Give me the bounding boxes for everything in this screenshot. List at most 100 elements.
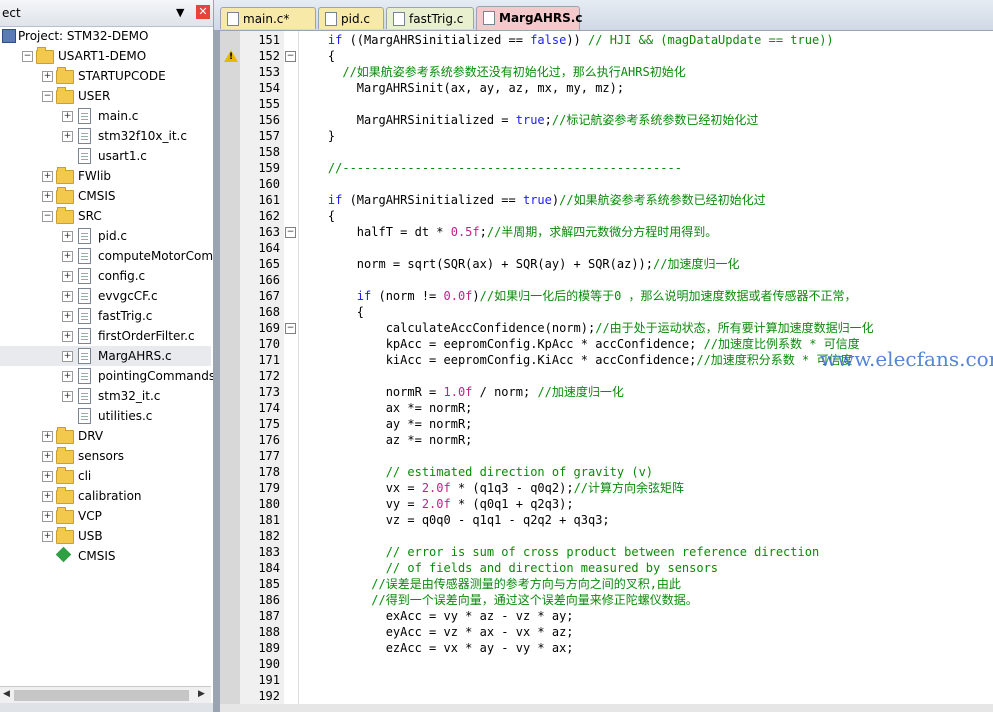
code-line[interactable]: ezAcc = vx * ay - vy * ax;	[299, 640, 574, 656]
tree-item[interactable]: + STARTUPCODE	[0, 66, 211, 86]
code-line[interactable]: //误差是由传感器测量的参考方向与方向之间的叉积,由此	[299, 576, 681, 592]
expand-icon[interactable]: +	[62, 271, 73, 282]
editor-horizontal-scrollbar[interactable]	[220, 704, 993, 712]
code-line[interactable]: exAcc = vy * az - vz * ay;	[299, 608, 574, 624]
code-line[interactable]: vz = q0q0 - q1q1 - q2q2 + q3q3;	[299, 512, 610, 528]
expand-icon[interactable]: +	[42, 431, 53, 442]
code-line[interactable]: kpAcc = eepromConfig.KpAcc * accConfiden…	[299, 336, 860, 352]
tree-item[interactable]: − USER	[0, 86, 211, 106]
tree-item[interactable]: + stm32f10x_it.c	[0, 126, 211, 146]
tree-item[interactable]: Project: STM32-DEMO	[0, 26, 211, 46]
tab-fasttrig-c[interactable]: fastTrig.c	[386, 7, 474, 29]
code-line[interactable]: {	[299, 304, 364, 320]
tree-item[interactable]: + pid.c	[0, 226, 211, 246]
expand-icon[interactable]: +	[62, 131, 73, 142]
tree-item[interactable]: + CMSIS	[0, 186, 211, 206]
close-icon[interactable]: ✕	[196, 5, 210, 19]
code-line[interactable]: MargAHRSinitialized = true;//标记航姿参考系统参数已…	[299, 112, 759, 128]
expand-icon[interactable]: +	[62, 391, 73, 402]
code-line[interactable]: vx = 2.0f * (q1q3 - q0q2);//计算方向余弦矩阵	[299, 480, 684, 496]
code-line[interactable]: // of fields and direction measured by s…	[299, 560, 718, 576]
tree-item[interactable]: + DRV	[0, 426, 211, 446]
horizontal-scrollbar[interactable]: ◀ ▶	[0, 686, 211, 704]
code-line[interactable]: MargAHRSinit(ax, ay, az, mx, my, mz);	[299, 80, 624, 96]
expand-icon[interactable]: +	[62, 111, 73, 122]
code-line[interactable]: ay *= normR;	[299, 416, 473, 432]
line-number: 175	[258, 417, 280, 431]
expand-icon[interactable]: +	[62, 231, 73, 242]
code-line[interactable]: ax *= normR;	[299, 400, 473, 416]
code-line[interactable]: {	[299, 48, 335, 64]
fold-toggle-icon[interactable]: −	[285, 323, 296, 334]
expand-icon[interactable]: +	[62, 291, 73, 302]
pin-icon[interactable]: ▼	[176, 6, 184, 19]
tree-item[interactable]: + main.c	[0, 106, 211, 126]
tree-item[interactable]: + sensors	[0, 446, 211, 466]
tab-pid-c[interactable]: pid.c	[318, 7, 384, 29]
tree-item[interactable]: utilities.c	[0, 406, 211, 426]
tab-margahrs-c[interactable]: MargAHRS.c	[476, 6, 582, 30]
tree-item[interactable]: + VCP	[0, 506, 211, 526]
code-line[interactable]: //--------------------------------------…	[299, 160, 682, 176]
code-line[interactable]: if ((MargAHRSinitialized == false)) // H…	[299, 32, 834, 48]
fold-toggle-icon[interactable]: −	[285, 227, 296, 238]
code-line[interactable]: {	[299, 208, 335, 224]
expand-icon[interactable]: +	[62, 351, 73, 362]
tree-item[interactable]: − SRC	[0, 206, 211, 226]
expand-icon[interactable]: +	[62, 331, 73, 342]
tree-item[interactable]: + MargAHRS.c	[0, 346, 211, 366]
expand-icon[interactable]: +	[42, 511, 53, 522]
expand-icon[interactable]: +	[42, 71, 53, 82]
code-line[interactable]: }	[299, 128, 335, 144]
code-line[interactable]: halfT = dt * 0.5f;//半周期，求解四元数微分方程时用得到。	[299, 224, 718, 240]
collapse-icon[interactable]: −	[42, 211, 53, 222]
code-line[interactable]: norm = sqrt(SQR(ax) + SQR(ay) + SQR(az))…	[299, 256, 740, 272]
code-line[interactable]: calculateAccConfidence(norm);//由于处于运动状态，…	[299, 320, 874, 336]
expand-icon[interactable]: +	[42, 531, 53, 542]
tab-main-c-[interactable]: main.c*	[220, 7, 316, 29]
expand-icon[interactable]: +	[62, 371, 73, 382]
code-line[interactable]: vy = 2.0f * (q0q1 + q2q3);	[299, 496, 574, 512]
code-line[interactable]: // estimated direction of gravity (v)	[299, 464, 653, 480]
tree-item[interactable]: + firstOrderFilter.c	[0, 326, 211, 346]
expand-icon[interactable]: +	[62, 311, 73, 322]
expand-icon[interactable]: +	[62, 251, 73, 262]
fold-toggle-icon[interactable]: −	[285, 51, 296, 62]
code-line[interactable]: if (MargAHRSinitialized == true)//如果航姿参考…	[299, 192, 766, 208]
tree-item[interactable]: + config.c	[0, 266, 211, 286]
tree-item[interactable]: + stm32_it.c	[0, 386, 211, 406]
tree-item[interactable]: + cli	[0, 466, 211, 486]
expand-icon[interactable]: +	[42, 471, 53, 482]
code-line[interactable]: normR = 1.0f / norm; //加速度归一化	[299, 384, 624, 400]
breakpoint-gutter[interactable]	[220, 31, 240, 712]
code-line[interactable]: kiAcc = eepromConfig.KiAcc * accConfiden…	[299, 352, 853, 368]
scrollbar-thumb[interactable]	[14, 690, 189, 701]
code-line[interactable]: //得到一个误差向量，通过这个误差向量来修正陀螺仪数据。	[299, 592, 697, 608]
tree-item[interactable]: + USB	[0, 526, 211, 546]
collapse-icon[interactable]: −	[22, 51, 33, 62]
tree-item[interactable]: + calibration	[0, 486, 211, 506]
expand-icon[interactable]: +	[42, 451, 53, 462]
tree-item[interactable]: − USART1-DEMO	[0, 46, 211, 66]
expand-icon[interactable]: +	[42, 491, 53, 502]
tree-item[interactable]: + computeMotorComman	[0, 246, 213, 266]
tree-item[interactable]: + evvgcCF.c	[0, 286, 211, 306]
tree-item[interactable]: usart1.c	[0, 146, 211, 166]
expand-icon[interactable]: +	[42, 191, 53, 202]
expand-icon[interactable]: +	[42, 171, 53, 182]
code-line[interactable]: az *= normR;	[299, 432, 473, 448]
scroll-right-icon[interactable]: ▶	[198, 689, 205, 699]
tree-item[interactable]: CMSIS	[0, 546, 211, 566]
tree-item[interactable]: + FWlib	[0, 166, 211, 186]
collapse-icon[interactable]: −	[42, 91, 53, 102]
scroll-left-icon[interactable]: ◀	[3, 689, 10, 699]
tree-item-label: stm32f10x_it.c	[98, 129, 187, 143]
tree-item[interactable]: + pointingCommands.c	[0, 366, 213, 386]
panel-bottom-tabs[interactable]	[0, 703, 213, 712]
tree-item[interactable]: + fastTrig.c	[0, 306, 211, 326]
code-line[interactable]: if (norm != 0.0f)//如果归一化后的模等于0 ，那么说明加速度数…	[299, 288, 857, 304]
code-line[interactable]: eyAcc = vz * ax - vx * az;	[299, 624, 574, 640]
code-line[interactable]: // error is sum of cross product between…	[299, 544, 819, 560]
code-line[interactable]: //如果航姿参考系统参数还没有初始化过，那么执行AHRS初始化	[299, 64, 685, 80]
